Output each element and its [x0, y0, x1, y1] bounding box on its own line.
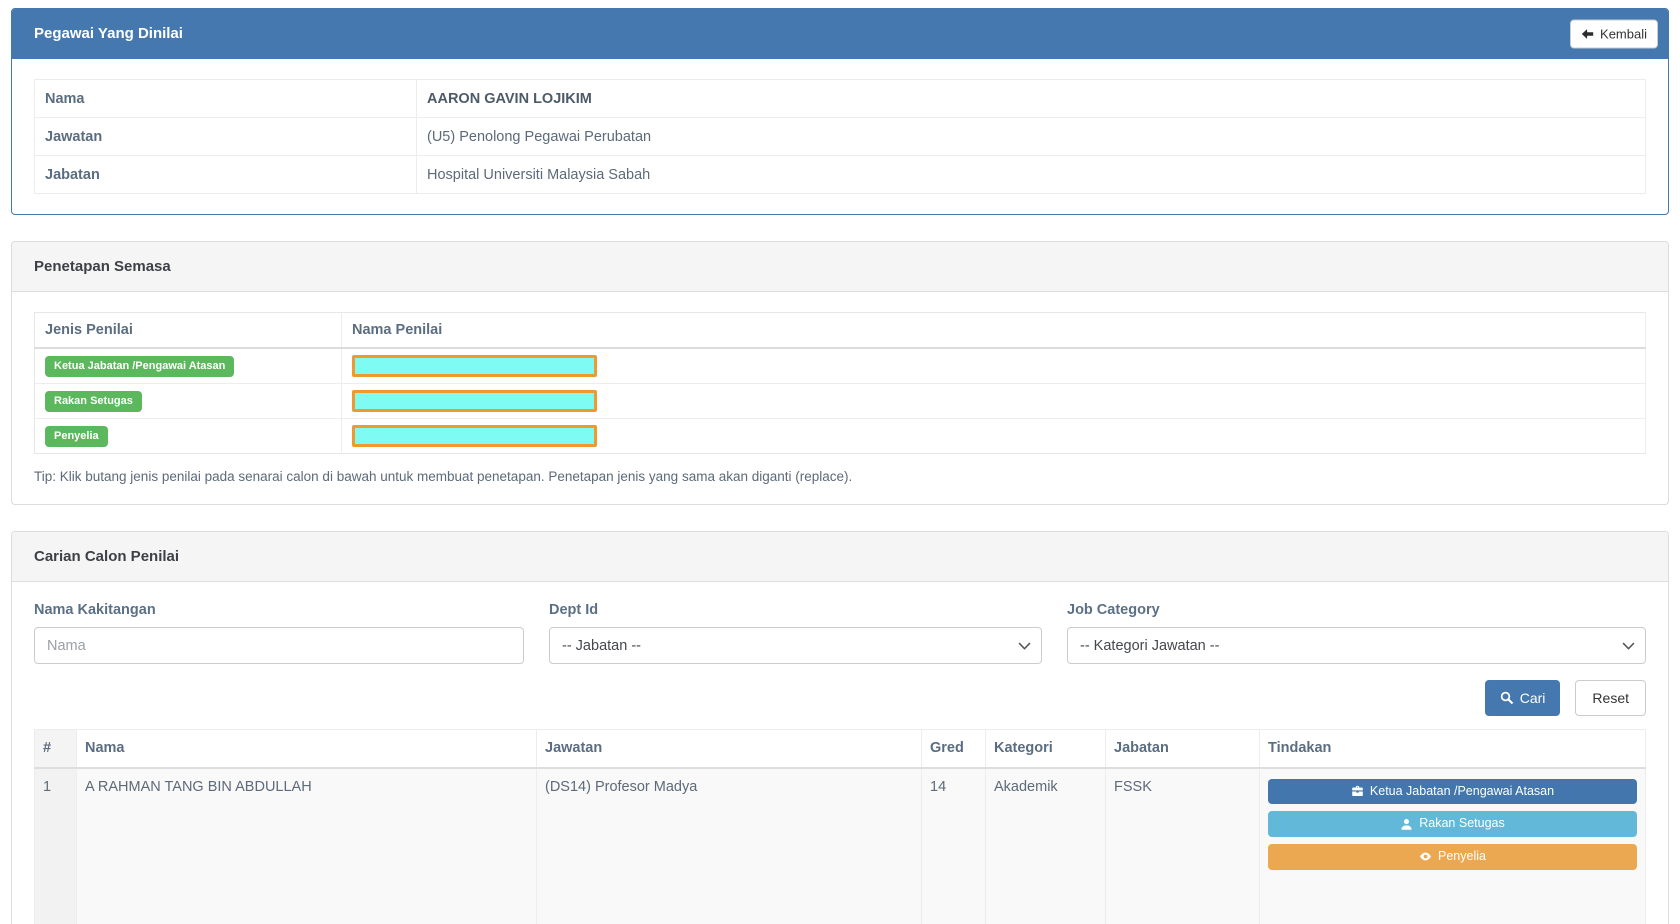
candidate-category: Akademik [986, 768, 1106, 924]
column-header-jabatan: Jabatan [1106, 730, 1260, 768]
back-button[interactable]: Kembali [1570, 19, 1658, 48]
table-row: Jawatan (U5) Penolong Pegawai Perubatan [35, 118, 1646, 156]
table-row: 1 A RAHMAN TANG BIN ABDULLAH (DS14) Prof… [35, 768, 1646, 924]
candidate-num: 1 [35, 768, 77, 924]
officer-position-label: Jawatan [35, 118, 417, 156]
staff-name-label: Nama Kakitangan [34, 602, 524, 618]
evaluator-type-badge: Penyelia [45, 426, 108, 447]
candidate-grade: 14 [922, 768, 986, 924]
column-header-nama: Nama [77, 730, 537, 768]
officer-panel-title: Pegawai Yang Dinilai [34, 25, 183, 42]
search-panel-title: Carian Calon Penilai [12, 532, 1668, 582]
evaluator-name-highlight-field[interactable] [352, 355, 597, 377]
eye-icon [1419, 850, 1432, 863]
officer-name-label: Nama [35, 80, 417, 118]
assignment-table: Jenis Penilai Nama Penilai Ketua Jabatan… [34, 312, 1646, 454]
candidates-table: # Nama Jawatan Gred Kategori Jabatan Tin… [34, 729, 1646, 924]
officer-name-value: AARON GAVIN LOJIKIM [417, 80, 1646, 118]
assign-penyelia-button[interactable]: Penyelia [1268, 844, 1637, 870]
table-row: Ketua Jabatan /Pengawai Atasan [35, 348, 1646, 384]
job-category-label: Job Category [1067, 602, 1646, 618]
candidate-department: FSSK [1106, 768, 1260, 924]
reset-button[interactable]: Reset [1575, 680, 1646, 716]
officer-info-table: Nama AARON GAVIN LOJIKIM Jawatan (U5) Pe… [34, 79, 1646, 194]
user-icon [1400, 818, 1413, 831]
staff-name-input[interactable] [34, 627, 524, 664]
column-header-num: # [35, 730, 77, 768]
search-icon [1500, 691, 1514, 705]
column-header-kategori: Kategori [986, 730, 1106, 768]
dept-select[interactable]: -- Jabatan -- [549, 627, 1042, 664]
officer-position-value: (U5) Penolong Pegawai Perubatan [417, 118, 1646, 156]
assign-ketua-jabatan-button[interactable]: Ketua Jabatan /Pengawai Atasan [1268, 779, 1637, 805]
evaluator-name-highlight-field[interactable] [352, 390, 597, 412]
table-row: Rakan Setugas [35, 384, 1646, 419]
column-header-nama-penilai: Nama Penilai [342, 313, 1646, 349]
candidate-name: A RAHMAN TANG BIN ABDULLAH [77, 768, 537, 924]
assign-penyelia-label: Penyelia [1438, 850, 1486, 864]
arrow-left-icon [1581, 27, 1594, 40]
search-button-label: Cari [1520, 691, 1546, 705]
table-row: Penyelia [35, 419, 1646, 454]
officer-department-value: Hospital Universiti Malaysia Sabah [417, 156, 1646, 194]
column-header-jawatan: Jawatan [537, 730, 922, 768]
column-header-tindakan: Tindakan [1260, 730, 1646, 768]
column-header-jenis-penilai: Jenis Penilai [35, 313, 342, 349]
candidate-position: (DS14) Profesor Madya [537, 768, 922, 924]
evaluator-type-badge: Ketua Jabatan /Pengawai Atasan [45, 356, 234, 377]
officer-panel: Pegawai Yang Dinilai Kembali Nama AARON … [11, 8, 1669, 215]
assignment-tip-text: Tip: Klik butang jenis penilai pada sena… [34, 469, 1646, 484]
search-panel: Carian Calon Penilai Nama Kakitangan Dep… [11, 531, 1669, 924]
dept-id-label: Dept Id [549, 602, 1042, 618]
search-button[interactable]: Cari [1485, 680, 1561, 716]
current-assignment-panel: Penetapan Semasa Jenis Penilai Nama Peni… [11, 241, 1669, 505]
evaluator-name-highlight-field[interactable] [352, 425, 597, 447]
reset-button-label: Reset [1592, 691, 1629, 705]
assign-rakan-setugas-label: Rakan Setugas [1419, 817, 1504, 831]
job-category-select[interactable]: -- Kategori Jawatan -- [1067, 627, 1646, 664]
table-row: Jabatan Hospital Universiti Malaysia Sab… [35, 156, 1646, 194]
assignment-panel-title: Penetapan Semasa [12, 242, 1668, 292]
officer-panel-heading: Pegawai Yang Dinilai Kembali [12, 9, 1668, 59]
back-button-label: Kembali [1600, 27, 1647, 40]
candidate-actions-cell: Ketua Jabatan /Pengawai Atasan Rakan Set… [1260, 768, 1646, 924]
table-row: Nama AARON GAVIN LOJIKIM [35, 80, 1646, 118]
officer-department-label: Jabatan [35, 156, 417, 194]
evaluator-type-badge: Rakan Setugas [45, 391, 142, 412]
assign-rakan-setugas-button[interactable]: Rakan Setugas [1268, 811, 1637, 837]
assign-ketua-jabatan-label: Ketua Jabatan /Pengawai Atasan [1370, 785, 1554, 799]
briefcase-icon [1351, 785, 1364, 798]
column-header-gred: Gred [922, 730, 986, 768]
